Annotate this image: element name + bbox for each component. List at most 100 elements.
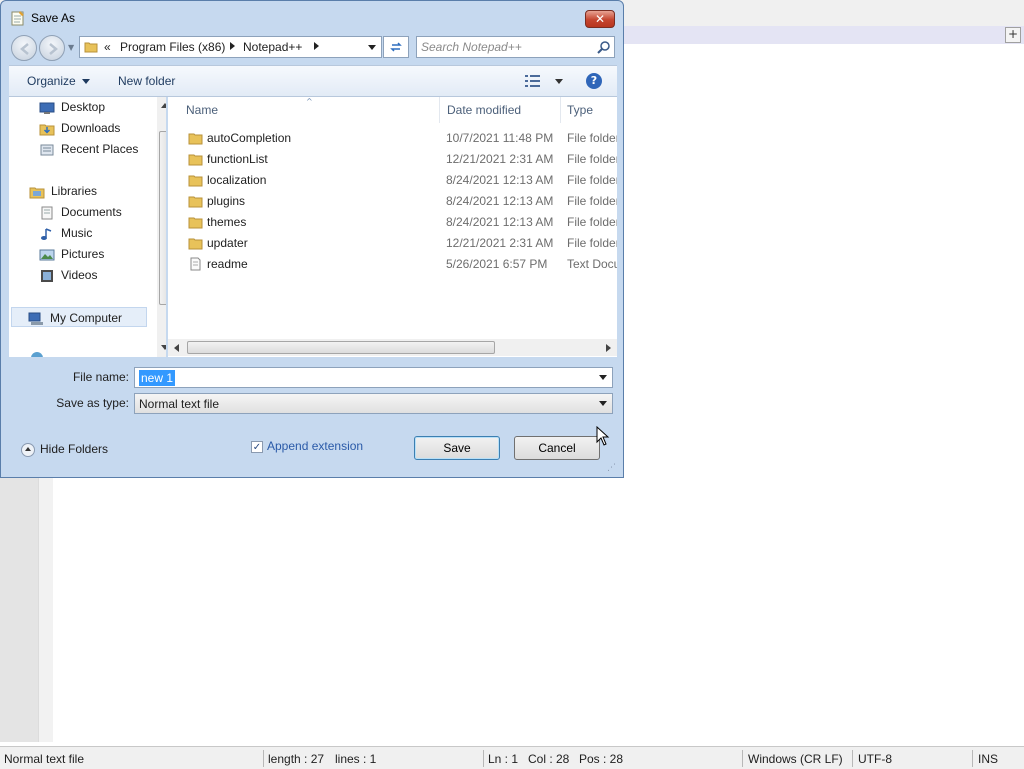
nav-item-desktop[interactable]: Desktop <box>39 97 105 117</box>
nav-item-my-computer[interactable]: My Computer <box>11 307 147 327</box>
cancel-button[interactable]: Cancel <box>514 436 600 460</box>
computer-icon <box>28 312 43 325</box>
file-name-field[interactable]: new 1 <box>134 367 613 388</box>
status-file-type: Normal text file <box>4 752 85 766</box>
nav-item-network-partial[interactable] <box>29 347 51 357</box>
documents-icon <box>41 206 53 220</box>
forward-arrow-icon <box>49 43 58 55</box>
chevron-down-icon[interactable] <box>555 79 563 84</box>
nav-item-label: Music <box>61 226 93 240</box>
file-name: plugins <box>207 194 246 208</box>
scroll-up-icon[interactable] <box>161 103 166 108</box>
save-as-dialog: Save As ✕ ▼ « Program Files (x86) Notepa… <box>0 0 624 478</box>
dialog-title: Save As <box>31 11 76 25</box>
folder-icon <box>188 175 203 187</box>
file-date: 8/24/2021 12:13 AM <box>446 194 554 208</box>
music-icon <box>41 228 52 240</box>
files-horizontal-scrollbar[interactable] <box>168 339 617 356</box>
nav-item-label: Libraries <box>51 184 98 198</box>
nav-item-pictures[interactable]: Pictures <box>39 244 104 264</box>
breadcrumb-program-files[interactable]: Program Files (x86) <box>120 40 225 54</box>
mouse-cursor-icon <box>596 426 610 446</box>
recent-places-icon <box>40 144 54 156</box>
notepad-icon <box>11 11 24 26</box>
file-row[interactable]: themes 8/24/2021 12:13 AM File folder <box>168 212 617 233</box>
status-pos: Pos : 28 <box>579 752 624 766</box>
breadcrumb-chevron-icon[interactable] <box>230 42 235 50</box>
libraries-icon <box>29 187 45 199</box>
nav-item-label: Downloads <box>61 121 121 135</box>
chevron-down-icon[interactable] <box>599 401 607 406</box>
file-type: File folder <box>567 194 617 208</box>
nav-item-libraries[interactable]: Libraries <box>29 181 97 201</box>
chevron-down-icon <box>81 79 90 85</box>
back-button[interactable] <box>11 35 37 61</box>
sort-ascending-icon: ^ <box>306 97 313 106</box>
nav-item-label: My Computer <box>50 311 123 325</box>
organize-button[interactable]: Organize <box>27 74 90 88</box>
file-type: File folder <box>567 173 617 187</box>
nav-item-videos[interactable]: Videos <box>39 265 97 285</box>
scroll-down-icon[interactable] <box>161 345 166 350</box>
file-row[interactable]: plugins 8/24/2021 12:13 AM File folder <box>168 191 617 212</box>
new-folder-button[interactable]: New folder <box>118 74 175 88</box>
file-type: Text Document <box>567 257 617 271</box>
status-separator <box>972 750 973 767</box>
resize-grip-icon[interactable]: ⋰ <box>607 463 616 473</box>
file-name-value[interactable]: new 1 <box>139 370 176 386</box>
recent-pages-dropdown-icon[interactable]: ▼ <box>68 43 74 52</box>
column-header-name[interactable]: Name <box>186 97 218 123</box>
close-button[interactable]: ✕ <box>585 10 615 28</box>
column-header-date[interactable]: Date modified <box>447 97 521 123</box>
checkbox-checked-icon[interactable]: ✓ <box>251 440 263 453</box>
hide-folders-label: Hide Folders <box>40 442 109 456</box>
column-divider[interactable] <box>439 97 440 123</box>
file-row[interactable]: functionList 12/21/2021 2:31 AM File fol… <box>168 149 617 170</box>
refresh-button[interactable] <box>383 36 409 58</box>
scroll-left-icon[interactable] <box>174 344 179 352</box>
column-header-type[interactable]: Type <box>567 97 593 123</box>
status-separator <box>263 750 264 767</box>
nav-item-label: Recent Places <box>61 142 139 156</box>
breadcrumb-chevron-icon[interactable] <box>314 42 319 50</box>
append-extension-checkbox[interactable]: ✓ Append extension <box>251 439 363 453</box>
file-name-label: File name: <box>72 370 129 384</box>
save-type-select[interactable]: Normal text file <box>134 393 613 414</box>
scroll-right-icon[interactable] <box>606 344 611 352</box>
file-row[interactable]: localization 8/24/2021 12:13 AM File fol… <box>168 170 617 191</box>
forward-button[interactable] <box>39 35 65 61</box>
scroll-thumb[interactable] <box>187 341 495 354</box>
address-dropdown-icon[interactable] <box>368 45 376 50</box>
address-bar[interactable]: « Program Files (x86) Notepad++ <box>79 36 382 58</box>
address-overflow[interactable]: « <box>104 40 111 54</box>
breadcrumb-notepadpp[interactable]: Notepad++ <box>243 40 302 54</box>
save-button[interactable]: Save <box>414 436 500 460</box>
search-input[interactable] <box>421 39 591 55</box>
file-row[interactable]: updater 12/21/2021 2:31 AM File folder <box>168 233 617 254</box>
scroll-thumb[interactable] <box>159 131 166 305</box>
nav-item-downloads[interactable]: Downloads <box>39 118 120 138</box>
file-row[interactable]: autoCompletion 10/7/2021 11:48 PM File f… <box>168 128 617 149</box>
new-tab-button[interactable]: + <box>1005 27 1021 43</box>
status-separator <box>852 750 853 767</box>
text-document-icon <box>190 257 201 271</box>
column-divider[interactable] <box>560 97 561 123</box>
file-date: 12/21/2021 2:31 AM <box>446 236 554 250</box>
videos-icon <box>41 269 53 282</box>
chevron-down-icon[interactable] <box>599 375 607 380</box>
nav-item-documents[interactable]: Documents <box>39 202 122 222</box>
nav-item-music[interactable]: Music <box>39 223 92 243</box>
nav-item-label: Videos <box>61 268 98 282</box>
file-date: 10/7/2021 11:48 PM <box>446 131 554 145</box>
collapse-icon <box>21 442 35 457</box>
hide-folders-button[interactable]: Hide Folders <box>21 442 108 457</box>
change-view-button[interactable] <box>525 74 565 90</box>
nav-item-recent-places[interactable]: Recent Places <box>39 139 138 159</box>
file-row[interactable]: readme 5/26/2021 6:57 PM Text Document <box>168 254 617 275</box>
nav-vertical-scrollbar[interactable] <box>157 97 166 357</box>
folder-icon <box>188 238 203 250</box>
search-box[interactable] <box>416 36 615 58</box>
help-button[interactable]: ? <box>586 73 602 89</box>
search-icon[interactable] <box>597 40 611 54</box>
file-type: File folder <box>567 131 617 145</box>
